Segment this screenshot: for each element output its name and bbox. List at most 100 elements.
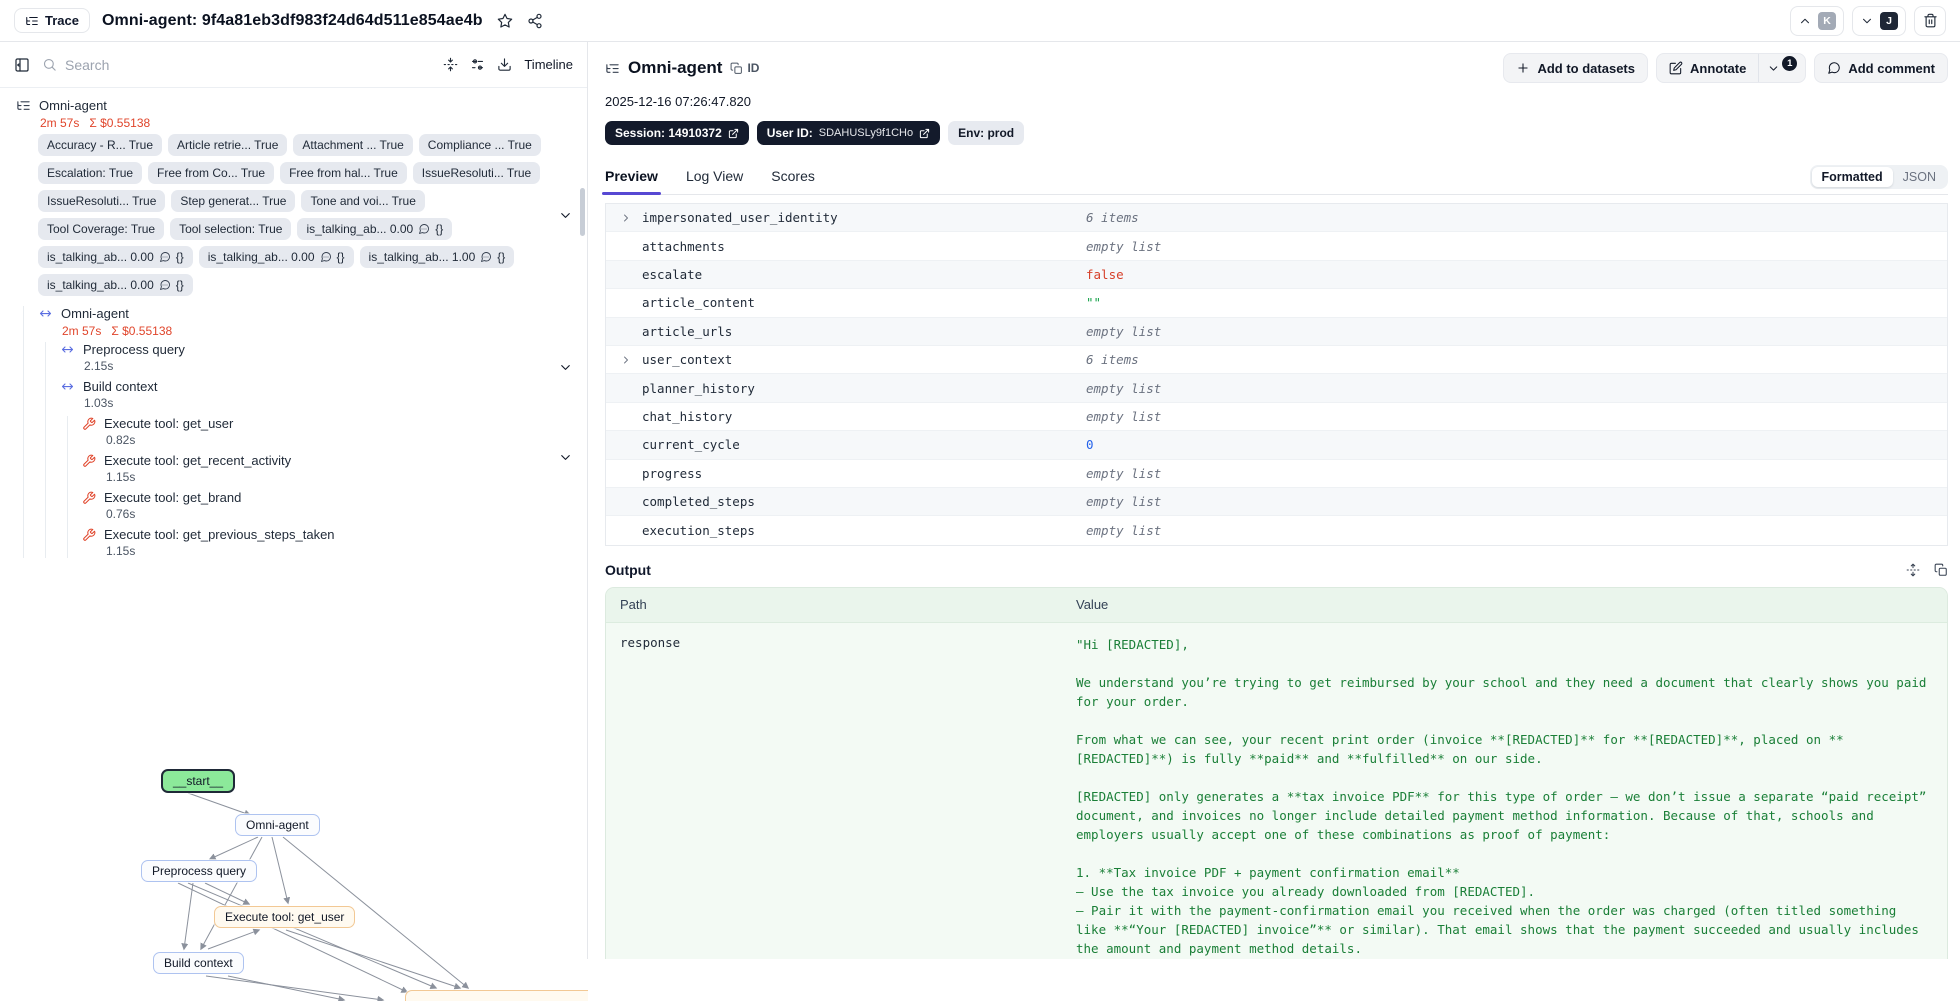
share-icon[interactable] — [527, 13, 543, 29]
search-box[interactable] — [42, 57, 431, 73]
unfold-vertical-icon[interactable] — [1906, 563, 1920, 577]
score-badge[interactable]: IssueResoluti... True — [413, 162, 540, 184]
graph-node[interactable] — [405, 990, 588, 1001]
score-badge[interactable]: IssueResoluti... True — [38, 190, 165, 212]
score-badge[interactable]: Tone and voi... True — [301, 190, 424, 212]
score-badge[interactable]: is_talking_ab... 0.00{} — [38, 246, 193, 268]
score-badge[interactable]: Accuracy - R... True — [38, 134, 162, 156]
chevron-right-icon[interactable] — [606, 354, 632, 366]
span-name: Build context — [83, 379, 157, 394]
copy-id-chip[interactable]: ID — [730, 61, 759, 75]
tab-log-view[interactable]: Log View — [686, 168, 743, 194]
graph-node--start-[interactable]: __start__ — [161, 769, 235, 793]
state-key: attachments — [642, 239, 1086, 254]
session-badge[interactable]: Session: 14910372 — [605, 121, 749, 145]
tree-row-agent[interactable]: Omni-agent — [38, 306, 587, 321]
move-horizontal-icon — [38, 306, 53, 321]
download-icon[interactable] — [497, 57, 512, 72]
format-json[interactable]: JSON — [1893, 167, 1946, 187]
tab-scores[interactable]: Scores — [771, 168, 815, 194]
collapse-chevron-icon[interactable] — [558, 450, 573, 465]
state-key: user_context — [642, 352, 1086, 367]
search-input[interactable] — [65, 57, 431, 73]
next-trace-button[interactable]: J — [1852, 6, 1906, 36]
state-value: empty list — [1086, 324, 1161, 339]
fold-all-icon[interactable] — [443, 57, 458, 72]
duration: 2.15s — [84, 359, 587, 373]
state-key: completed_steps — [642, 494, 1086, 509]
duration: 0.82s — [106, 433, 587, 447]
add-to-datasets-button[interactable]: Add to datasets — [1503, 53, 1648, 83]
tree-row-span[interactable]: Preprocess query — [60, 342, 587, 357]
copy-icon[interactable] — [1934, 563, 1948, 577]
state-value: empty list — [1086, 409, 1161, 424]
state-key: impersonated_user_identity — [642, 210, 1086, 225]
collapse-chevron-icon[interactable] — [558, 360, 573, 375]
chevron-right-icon[interactable] — [606, 212, 632, 224]
duration: 2m 57s — [40, 116, 79, 130]
delete-trace-button[interactable] — [1914, 6, 1946, 36]
add-comment-button[interactable]: Add comment — [1814, 53, 1948, 83]
list-tree-icon — [16, 98, 31, 113]
span-name: Execute tool: get_recent_activity — [104, 453, 291, 468]
state-row: attachmentsempty list — [606, 232, 1947, 260]
score-badge[interactable]: is_talking_ab... 1.00{} — [360, 246, 515, 268]
score-badge[interactable]: Tool Coverage: True — [38, 218, 164, 240]
score-badge[interactable]: Free from hal... True — [280, 162, 407, 184]
state-key: article_urls — [642, 324, 1086, 339]
star-icon[interactable] — [497, 13, 513, 29]
plus-icon — [1516, 61, 1530, 75]
format-formatted[interactable]: Formatted — [1812, 167, 1893, 187]
trace-title: Omni-agent: 9f4a81eb3df983f24d64d511e854… — [102, 12, 483, 30]
trace-type-chip[interactable]: Trace — [14, 8, 90, 33]
score-badge[interactable]: Escalation: True — [38, 162, 142, 184]
state-row[interactable]: user_context6 items — [606, 346, 1947, 374]
state-value: 6 items — [1086, 210, 1139, 225]
user-id-badge[interactable]: User ID: SDAHUSLy9f1CHo — [757, 121, 940, 145]
graph-edges — [0, 682, 588, 1001]
output-col-path: Path — [606, 597, 1076, 612]
annotate-dropdown-button[interactable]: 1 — [1758, 54, 1805, 82]
tab-preview[interactable]: Preview — [605, 168, 658, 194]
score-badge[interactable]: Tool selection: True — [170, 218, 291, 240]
move-horizontal-icon — [60, 342, 75, 357]
tree-row-tool[interactable]: Execute tool: get_recent_activity — [82, 453, 587, 468]
duration: 0.76s — [106, 507, 587, 521]
score-badge[interactable]: Compliance ... True — [419, 134, 541, 156]
output-path: response — [620, 635, 1076, 958]
trace-tree-sidebar: Timeline Omni-agent 2m 57s Σ $0.55138 Ac… — [0, 42, 588, 959]
span-name: Preprocess query — [83, 342, 185, 357]
annotate-button[interactable]: Annotate — [1657, 54, 1758, 82]
graph-node-preprocess-query[interactable]: Preprocess query — [141, 860, 257, 882]
state-value: 6 items — [1086, 352, 1139, 367]
collapse-panel-icon[interactable] — [14, 57, 30, 73]
score-badge[interactable]: Attachment ... True — [293, 134, 412, 156]
graph-node-omni-agent[interactable]: Omni-agent — [235, 814, 320, 836]
tree-row-tool[interactable]: Execute tool: get_brand — [82, 490, 587, 505]
score-badge[interactable]: Step generat... True — [171, 190, 295, 212]
state-value: empty list — [1086, 381, 1161, 396]
timeline-toggle[interactable]: Timeline — [524, 57, 573, 72]
tree-row-tool[interactable]: Execute tool: get_previous_steps_taken — [82, 527, 587, 542]
score-badge[interactable]: is_talking_ab... 0.00{} — [199, 246, 354, 268]
tree-row-root[interactable]: Omni-agent — [16, 98, 587, 113]
tree-scrollbar-thumb[interactable] — [580, 188, 585, 236]
settings-sliders-icon[interactable] — [470, 57, 485, 72]
graph-node-build-context[interactable]: Build context — [153, 952, 244, 974]
state-row[interactable]: impersonated_user_identity6 items — [606, 204, 1947, 232]
tree-row-span[interactable]: Build context — [60, 379, 587, 394]
prev-trace-button[interactable]: K — [1790, 6, 1844, 36]
state-row: progressempty list — [606, 460, 1947, 488]
span-name: Execute tool: get_previous_steps_taken — [104, 527, 335, 542]
collapse-chevron-icon[interactable] — [558, 208, 573, 223]
state-row: article_urlsempty list — [606, 318, 1947, 346]
score-badge[interactable]: Article retrie... True — [168, 134, 287, 156]
trace-label: Trace — [45, 13, 79, 28]
score-badge[interactable]: Free from Co... True — [148, 162, 274, 184]
tree-row-tool[interactable]: Execute tool: get_user — [82, 416, 587, 431]
graph-node-execute-tool-get-user[interactable]: Execute tool: get_user — [214, 906, 355, 928]
score-badge[interactable]: is_talking_ab... 0.00{} — [297, 218, 452, 240]
state-key: article_content — [642, 295, 1086, 310]
score-badge[interactable]: is_talking_ab... 0.00{} — [38, 274, 193, 296]
state-key: execution_steps — [642, 523, 1086, 538]
